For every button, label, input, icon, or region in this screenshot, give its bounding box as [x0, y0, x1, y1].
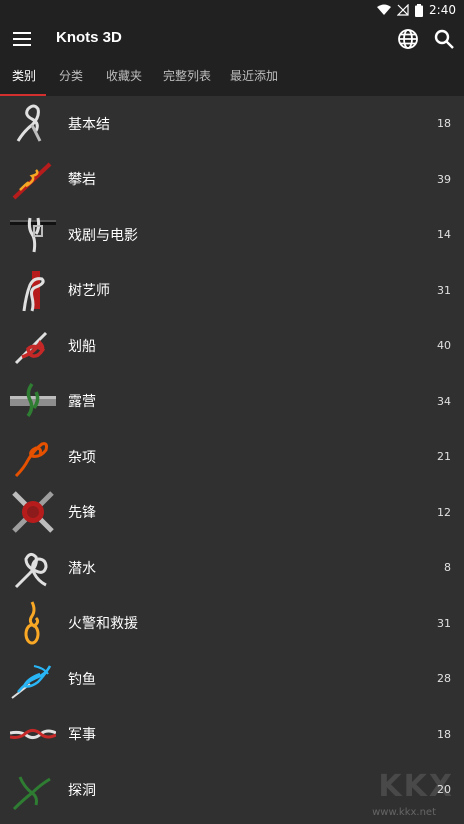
diving-knot-icon	[14, 552, 48, 588]
list-item[interactable]: 戏剧与电影 14	[0, 207, 464, 263]
category-count: 18	[437, 117, 451, 131]
no-signal-icon	[397, 4, 409, 16]
pioneering-knot-icon	[12, 491, 54, 534]
rescue-knot-icon	[24, 601, 40, 645]
app-bar: Knots 3D	[0, 20, 464, 58]
category-count: 21	[437, 450, 451, 464]
category-label: 基本结	[68, 116, 110, 133]
list-item[interactable]: 火警和救援 31	[0, 596, 464, 652]
category-label: 潜水	[68, 560, 96, 577]
category-count: 31	[437, 616, 451, 630]
category-list: 基本结 18 攀岩 39 戏剧与电影 14 树艺师 31 划船 40 露营 34…	[0, 96, 464, 818]
category-label: 树艺师	[68, 283, 110, 300]
theatre-knot-icon	[10, 217, 56, 252]
list-item[interactable]: 钓鱼 28	[0, 651, 464, 707]
tab-classification[interactable]: 分类	[59, 58, 83, 96]
category-label: 杂项	[68, 449, 96, 466]
list-item[interactable]: 基本结 18	[0, 96, 464, 152]
category-label: 先锋	[68, 505, 96, 522]
climbing-knot-icon	[12, 162, 52, 200]
category-label: 戏剧与电影	[68, 227, 138, 244]
basic-knot-icon	[16, 104, 42, 142]
watermark-logo: KKX	[378, 769, 454, 804]
arborist-knot-icon	[22, 271, 45, 312]
tab-bar: 类别 分类 收藏夹 完整列表 最近添加	[0, 58, 464, 96]
category-count: 34	[437, 394, 451, 408]
status-bar: 2:40	[0, 0, 464, 20]
category-count: 39	[437, 172, 451, 186]
globe-icon[interactable]	[396, 27, 420, 51]
list-item[interactable]: 攀岩 39	[0, 152, 464, 208]
tab-recently-added[interactable]: 最近添加	[230, 58, 278, 96]
status-time: 2:40	[429, 3, 456, 17]
category-label: 露营	[68, 394, 96, 411]
list-item[interactable]: 先锋 12	[0, 485, 464, 541]
category-count: 28	[437, 672, 451, 686]
list-item[interactable]: 潜水 8	[0, 540, 464, 596]
category-count: 31	[437, 283, 451, 297]
boating-knot-icon	[14, 331, 48, 364]
menu-icon[interactable]	[10, 27, 34, 51]
category-label: 探洞	[68, 782, 96, 799]
list-item[interactable]: 露营 34	[0, 374, 464, 430]
camping-knot-icon	[10, 383, 56, 418]
caving-knot-icon	[12, 776, 51, 810]
fishing-knot-icon	[11, 664, 52, 699]
military-knot-icon	[10, 729, 56, 740]
category-count: 14	[437, 228, 451, 242]
category-label: 钓鱼	[68, 671, 96, 688]
watermark-url: www.kkx.net	[372, 807, 436, 818]
category-count: 8	[444, 561, 451, 575]
misc-knot-icon	[14, 441, 48, 477]
category-label: 火警和救援	[68, 616, 138, 633]
tab-favorites[interactable]: 收藏夹	[106, 58, 142, 96]
search-icon[interactable]	[432, 27, 456, 51]
category-count: 12	[437, 505, 451, 519]
wifi-icon	[377, 4, 392, 16]
list-item[interactable]: 树艺师 31	[0, 263, 464, 319]
tab-categories[interactable]: 类别	[12, 58, 36, 96]
category-label: 划船	[68, 338, 96, 355]
category-label: 攀岩	[68, 172, 96, 189]
list-item[interactable]: 军事 18	[0, 707, 464, 763]
category-count: 18	[437, 727, 451, 741]
list-item[interactable]: 划船 40	[0, 318, 464, 374]
tab-full-list[interactable]: 完整列表	[163, 58, 211, 96]
category-count: 40	[437, 339, 451, 353]
battery-icon	[415, 3, 424, 17]
list-item[interactable]: 杂项 21	[0, 429, 464, 485]
category-label: 军事	[68, 727, 96, 744]
app-title: Knots 3D	[56, 29, 122, 46]
